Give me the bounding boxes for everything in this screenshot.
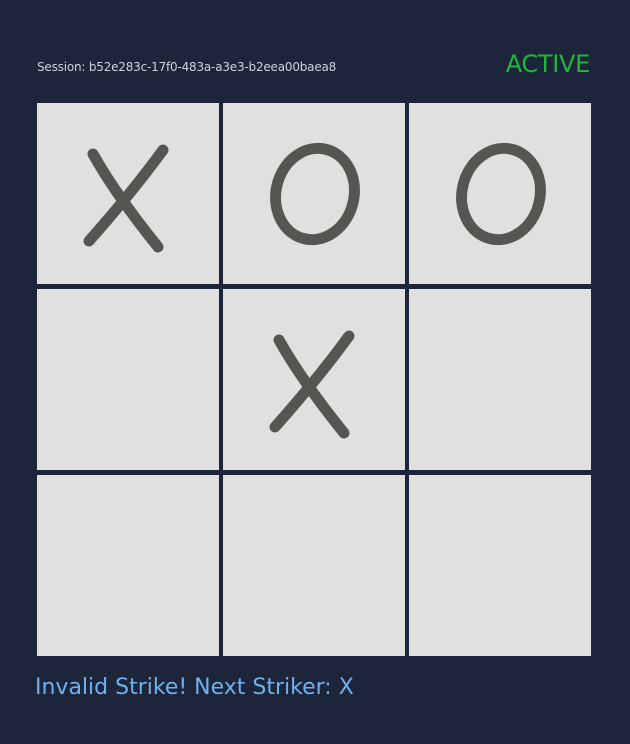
board-cell-1[interactable]	[37, 103, 219, 284]
x-mark-icon	[73, 134, 183, 254]
game-board	[37, 103, 591, 657]
status-message: Invalid Strike! Next Striker: X	[35, 675, 354, 700]
board-cell-3[interactable]	[409, 103, 591, 284]
board-cell-5[interactable]	[223, 289, 405, 470]
session-id-label: Session: b52e283c-17f0-483a-a3e3-b2eea00…	[37, 60, 337, 74]
game-status: ACTIVE	[505, 50, 591, 78]
x-mark-icon	[259, 320, 369, 440]
o-mark-icon	[259, 134, 369, 254]
board-cell-2[interactable]	[223, 103, 405, 284]
board-cell-7[interactable]	[37, 475, 219, 656]
board-cell-4[interactable]	[37, 289, 219, 470]
board-cell-8[interactable]	[223, 475, 405, 656]
board-cell-6[interactable]	[409, 289, 591, 470]
board-cell-9[interactable]	[409, 475, 591, 656]
o-mark-icon	[445, 134, 555, 254]
